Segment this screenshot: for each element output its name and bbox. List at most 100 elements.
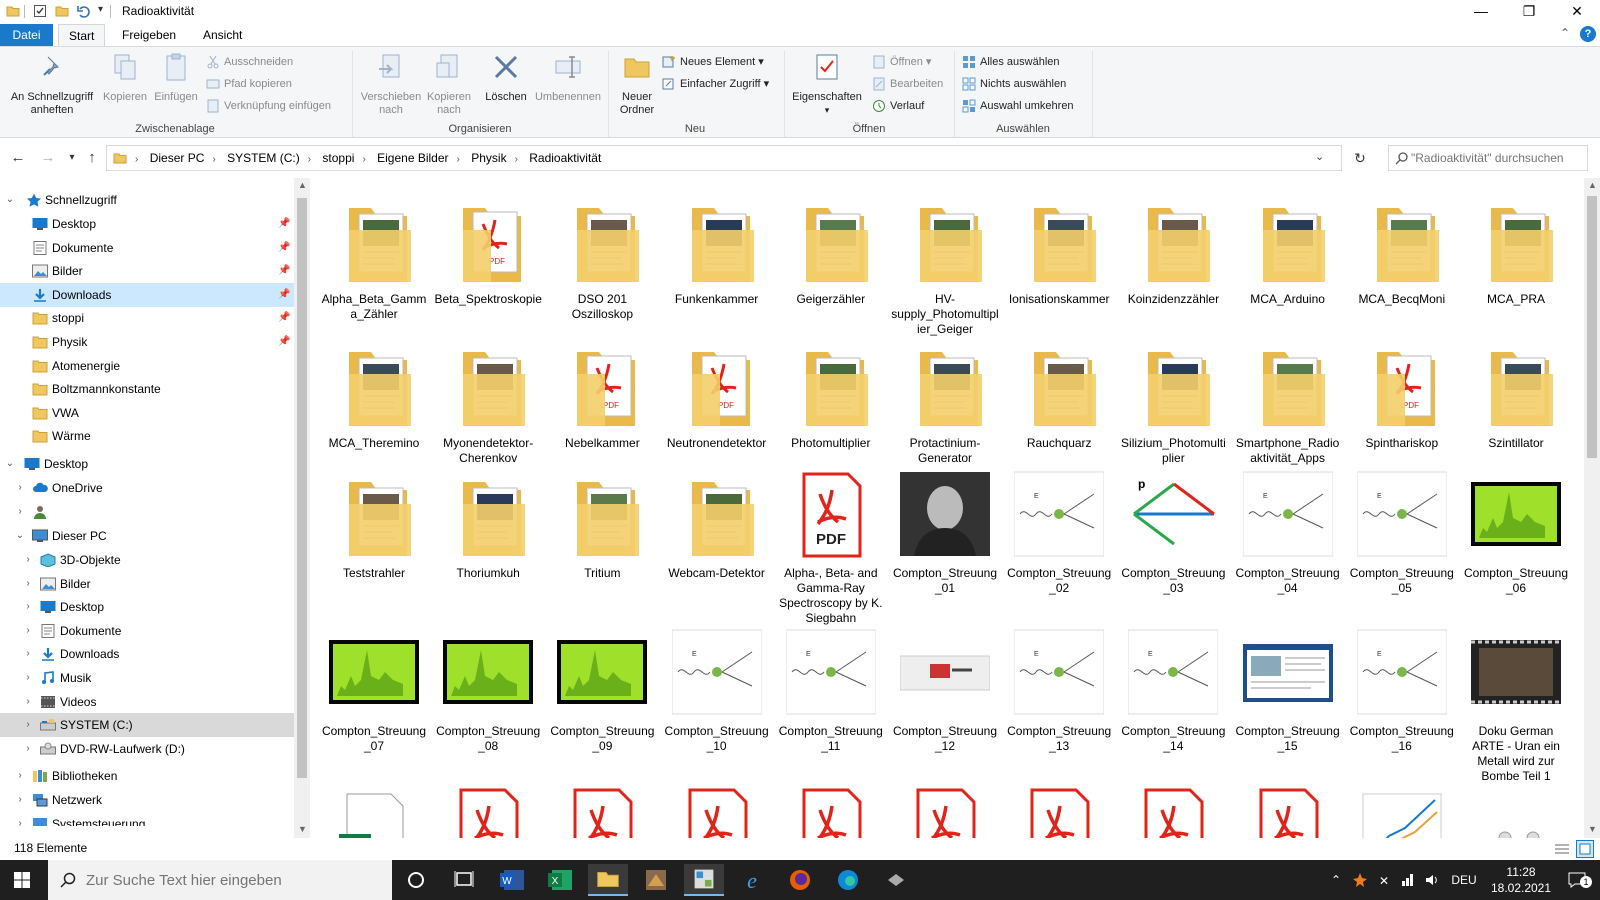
address-dropdown-chevron-icon[interactable]: ⌄ (1315, 150, 1324, 163)
chevron-right-icon[interactable]: › (22, 666, 34, 690)
tab-datei[interactable]: Datei (0, 24, 53, 46)
file-item[interactable]: PDF (663, 784, 771, 838)
folder-item[interactable]: MCA_Arduino (1234, 194, 1342, 334)
folder-item[interactable]: Webcam-Detektor (663, 468, 771, 608)
search-box[interactable] (1388, 145, 1588, 171)
search-input[interactable] (1411, 149, 1583, 167)
notification-center[interactable]: 1 (1562, 860, 1594, 900)
folder-item[interactable]: PDF Nebelkammer (548, 338, 656, 478)
file-item[interactable]: Compton_Streuung_12 (891, 626, 999, 766)
edge-icon[interactable] (828, 864, 868, 896)
volume-icon[interactable] (1424, 872, 1440, 888)
breadcrumb-radioaktivitaet[interactable]: Radioaktivität (527, 146, 603, 170)
file-item[interactable]: E Compton_Streuung_13 (1005, 626, 1113, 766)
nav-libraries[interactable]: › Bibliotheken (0, 764, 294, 788)
chevron-right-icon[interactable]: › (22, 690, 34, 714)
tray-app-icon[interactable] (1352, 872, 1368, 888)
folder-item[interactable]: Geigerzähler (777, 194, 885, 334)
file-item[interactable]: Compton_Streuung_09 (548, 626, 656, 766)
breadcrumb-separator[interactable]: › (356, 148, 371, 172)
collapse-ribbon-chevron-icon[interactable]: ⌃ (1560, 26, 1570, 40)
address-bar[interactable]: › Dieser PC › SYSTEM (C:) › stoppi › Eigene… (106, 145, 1342, 171)
app-icon[interactable] (636, 864, 676, 896)
file-item[interactable]: PDF (1005, 784, 1113, 838)
copy-path-button[interactable]: Pfad kopieren (206, 75, 292, 93)
chevron-right-icon[interactable]: › (14, 500, 26, 524)
breadcrumb-separator[interactable]: › (509, 148, 524, 172)
folder-item[interactable]: Szintillator (1462, 338, 1570, 478)
folder-item[interactable]: Thoriumkuh (434, 468, 542, 608)
clock[interactable]: 11:28 18.02.2021 (1484, 860, 1558, 900)
folder-item[interactable]: Rauchquarz (1005, 338, 1113, 478)
edit-button[interactable]: Bearbeiten (872, 75, 943, 93)
navigation-pane-scrollbar[interactable]: ▲ ▼ (294, 178, 310, 838)
file-view-scrollbar[interactable]: ▲ ▼ (1584, 178, 1600, 838)
minimize-button[interactable]: — (1458, 0, 1504, 24)
excel-icon[interactable]: X (540, 864, 580, 896)
properties-check-icon[interactable] (33, 4, 47, 18)
copy-button[interactable]: Kopieren (100, 51, 150, 104)
file-explorer-icon[interactable] (588, 864, 628, 896)
nav-pc-item[interactable]: › SYSTEM (C:) (0, 713, 294, 738)
breadcrumb-separator[interactable]: › (302, 148, 317, 172)
paste-shortcut-button[interactable]: Verknüpfung einfügen (206, 97, 331, 115)
chevron-down-icon[interactable]: ⌄ (14, 524, 26, 548)
file-item[interactable]: E Compton_Streuung_16 (1348, 626, 1456, 766)
file-item[interactable]: p Compton_Streuung_03 (1119, 468, 1227, 608)
breadcrumb-separator[interactable]: › (206, 148, 221, 172)
folder-item[interactable]: Smartphone_Radioaktivität_Apps (1234, 338, 1342, 478)
nav-quick-item[interactable]: Physik 📌 (0, 330, 294, 354)
file-item[interactable]: Doku German ARTE - Uran ein Metall wird … (1462, 626, 1570, 783)
nav-pc-item[interactable]: › Musik (0, 666, 294, 690)
file-item[interactable] (1348, 784, 1456, 838)
folder-item[interactable]: Tritium (548, 468, 656, 608)
help-button[interactable]: ? (1580, 26, 1596, 42)
new-folder-button[interactable]: Neuer Ordner (612, 51, 662, 117)
refresh-icon[interactable]: ↻ (1350, 148, 1370, 168)
folder-item[interactable]: Ionisationskammer (1005, 194, 1113, 334)
nav-pc-item[interactable]: › DVD-RW-Laufwerk (D:) (0, 737, 294, 761)
tab-freigeben[interactable]: Freigeben (112, 24, 186, 46)
nav-network[interactable]: › Netzwerk (0, 788, 294, 812)
folder-item[interactable]: HV-supply_Photomultiplier_Geiger (891, 194, 999, 336)
chevron-down-icon[interactable]: ⌄ (4, 188, 16, 212)
ime-icon[interactable]: ✕ (1376, 872, 1392, 888)
paste-button[interactable]: Einfügen (150, 51, 202, 104)
quick-access-toolbar-dropdown[interactable]: ▾ (98, 4, 103, 15)
recent-locations-chevron-icon[interactable]: ▾ (62, 148, 82, 168)
open-button[interactable]: Öffnen ▾ (872, 53, 931, 71)
nav-quick-item[interactable]: Dokumente 📌 (0, 236, 294, 260)
folder-item[interactable]: Teststrahler (320, 468, 428, 608)
network-tray-icon[interactable] (1400, 872, 1416, 888)
nav-quick-item[interactable]: VWA (0, 401, 294, 425)
tab-ansicht[interactable]: Ansicht (193, 24, 252, 46)
new-folder-quick-icon[interactable] (55, 4, 69, 18)
file-item[interactable]: E Compton_Streuung_02 (1005, 468, 1113, 608)
chevron-right-icon[interactable]: › (22, 595, 34, 619)
folder-item[interactable]: PDF Neutronendetektor (663, 338, 771, 478)
easy-access-button[interactable]: Einfacher Zugriff ▾ (662, 75, 769, 93)
app-icon[interactable] (876, 864, 916, 896)
nav-quick-item[interactable]: Downloads 📌 (0, 282, 294, 307)
chevron-right-icon[interactable]: › (22, 548, 34, 572)
nav-pc-item[interactable]: › Desktop (0, 595, 294, 619)
windows-start-icon[interactable] (14, 872, 30, 888)
file-item[interactable] (1462, 784, 1570, 838)
firefox-icon[interactable] (780, 864, 820, 896)
chevron-right-icon[interactable]: › (22, 737, 34, 761)
nav-quick-item[interactable]: Wärme (0, 424, 294, 448)
folder-item[interactable]: MCA_BecqMoni (1348, 194, 1456, 334)
select-none-button[interactable]: Nichts auswählen (962, 75, 1066, 93)
nav-onedrive[interactable]: › OneDrive (0, 476, 294, 500)
file-item[interactable]: PDF (1234, 784, 1342, 838)
close-button[interactable]: ✕ (1554, 0, 1600, 24)
file-item[interactable]: E Compton_Streuung_11 (777, 626, 885, 766)
file-item[interactable]: PDF (1119, 784, 1227, 838)
breadcrumb-separator[interactable]: › (451, 148, 466, 172)
folder-item[interactable]: Koinzidenzzähler (1119, 194, 1227, 334)
cut-button[interactable]: Ausschneiden (206, 53, 293, 71)
task-view-icon[interactable] (444, 864, 484, 896)
chevron-right-icon[interactable]: › (14, 788, 26, 812)
scrollbar-thumb[interactable] (1587, 196, 1597, 458)
file-item[interactable]: PDF (891, 784, 999, 838)
